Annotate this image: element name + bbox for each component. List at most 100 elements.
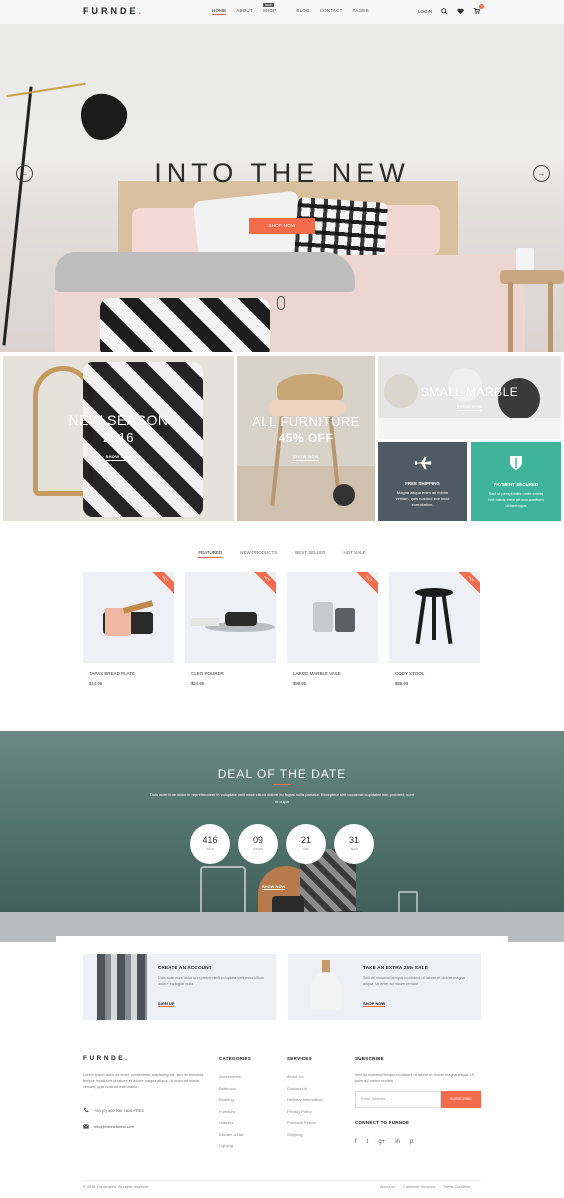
shop-now-link[interactable]: SHOP NOW <box>363 1001 386 1007</box>
free-shipping-box: FREE SHIPPING Magna aliqua enim ad minim… <box>378 442 467 521</box>
subscribe-button[interactable]: SUBSCRIBE <box>441 1091 481 1108</box>
product-image[interactable]: HOT <box>287 572 378 663</box>
info-text: Sed ut perspiciatis unde omnis iste natu… <box>488 491 544 508</box>
footer-link-customer-services[interactable]: Customer Services <box>403 1185 435 1189</box>
footer-logo[interactable]: FURNDE. <box>83 1055 129 1062</box>
throw-blanket <box>100 298 270 352</box>
product-image[interactable]: HOT <box>185 572 276 663</box>
countdown-days: 416 DAYS <box>190 824 230 864</box>
services-list: About Us Contact Us Delivery Information… <box>287 1074 323 1143</box>
product-name[interactable]: TAPAS BREAD PLATE <box>83 671 174 676</box>
category-link[interactable]: Bedding <box>219 1097 243 1109</box>
product-name[interactable]: CLEO POURER <box>185 671 276 676</box>
product-price: $24.95 <box>191 681 205 686</box>
logo[interactable]: FURNDE. <box>83 6 144 16</box>
deal-show-button[interactable]: SHOW NOW <box>262 884 286 890</box>
service-link[interactable]: Contact Us <box>287 1086 323 1098</box>
plane-icon <box>414 456 431 470</box>
service-link[interactable]: Privacy Policy <box>287 1109 323 1121</box>
candle-holder <box>333 484 355 506</box>
product-card[interactable]: HOT CLEO POURER $24.95 <box>185 572 276 686</box>
cart-button[interactable]: 0 <box>473 4 485 15</box>
footer-about: Lorem ipsum dolor sit amet, consectetur … <box>83 1073 204 1089</box>
heart-icon[interactable] <box>457 8 464 15</box>
category-link[interactable]: Glasses <box>219 1120 243 1132</box>
lamp-pole <box>2 86 33 346</box>
facebook-icon[interactable]: f <box>355 1139 357 1145</box>
banner-subtitle: 45% OFF <box>278 431 334 445</box>
category-link[interactable]: Lighting <box>219 1143 243 1155</box>
twitter-icon[interactable]: t <box>367 1139 369 1145</box>
email-input[interactable]: Email Address <box>355 1091 441 1108</box>
banner-small-marble[interactable]: SMALL MARBLE SHOW NOW <box>378 356 561 439</box>
banner-new-season[interactable]: NEW SEASON 2016 SHOW NOW <box>3 356 234 521</box>
glass-pitcher <box>200 866 246 916</box>
site-header: FURNDE. HOME ABOUT SHOP BLOG CONTACT PAG… <box>0 0 564 24</box>
nav-pages[interactable]: PAGES <box>353 8 369 15</box>
sign-up-link[interactable]: SIGN UP <box>158 1001 175 1007</box>
product-image[interactable]: HOT <box>83 572 174 663</box>
linkedin-icon[interactable]: in <box>395 1139 400 1145</box>
nav-shop[interactable]: SHOP <box>263 8 287 15</box>
product-card[interactable]: HOT CODY STOOL $85.99 <box>389 572 480 686</box>
category-link[interactable]: Furniture <box>219 1109 243 1121</box>
nav-contact[interactable]: CONTACT <box>320 8 343 15</box>
service-link[interactable]: About Us <box>287 1074 323 1086</box>
tab-best-seller[interactable]: BEST SELLER <box>295 550 325 558</box>
hot-badge: HOT <box>454 572 480 596</box>
promo-title: CREATE AN ACCOUNT <box>158 965 212 970</box>
footer-link-about[interactable]: About us <box>380 1185 395 1189</box>
email-text[interactable]: info@themeforest.com <box>94 1124 134 1129</box>
nav-about[interactable]: ABOUT <box>236 8 253 15</box>
tab-hot-sale[interactable]: HOT SALE <box>343 550 365 558</box>
countdown-minutes: 21 MIN <box>286 824 326 864</box>
service-link[interactable]: Shipping <box>287 1132 323 1144</box>
subscribe-text: Sed do eiusmod tempor incididunt ut labo… <box>355 1073 474 1083</box>
promo-extra-sale: TAKE AN EXTRA 25% SALE Sed do eiusmod te… <box>288 954 481 1020</box>
nav-shop-label: SHOP <box>262 8 277 13</box>
banner-title: SMALL MARBLE <box>420 385 519 399</box>
product-name[interactable]: CODY STOOL <box>389 671 480 676</box>
search-icon[interactable] <box>441 7 448 15</box>
product-name[interactable]: LARGE MARBLE VASE <box>287 671 378 676</box>
hero-shop-button[interactable]: SHOP NOW <box>249 218 315 234</box>
phone-icon <box>84 1107 89 1113</box>
nav-blog[interactable]: BLOG <box>296 8 309 15</box>
banner-link-text: SHOW NOW <box>456 404 483 411</box>
banner-link[interactable]: SHOW NOW <box>378 404 561 411</box>
blanket <box>55 252 355 292</box>
google-plus-icon[interactable]: g+ <box>378 1139 385 1145</box>
footer-divider <box>83 1180 481 1181</box>
pendant-lamp <box>310 972 342 1010</box>
mug <box>516 248 534 270</box>
category-link[interactable]: Accessories <box>219 1074 243 1086</box>
countdown-value: 21 <box>300 835 311 845</box>
banner-link[interactable]: SHOW NOW <box>237 454 375 461</box>
slider-prev-icon[interactable]: ← <box>16 165 33 182</box>
tab-featured[interactable]: FEATURED <box>198 550 223 558</box>
stool-leg <box>441 593 453 645</box>
footer-link-terms[interactable]: Terms Condition <box>443 1185 470 1189</box>
nav-home[interactable]: HOME <box>212 8 227 15</box>
footer-email: info@themeforest.com <box>83 1124 134 1129</box>
service-link[interactable]: Delivery Information <box>287 1097 323 1109</box>
product-card[interactable]: HOT TAPAS BREAD PLATE $14.95 <box>83 572 174 686</box>
banner-link[interactable]: SHOW NOW <box>3 454 234 461</box>
category-link[interactable]: Kitchen & Bar <box>219 1132 243 1144</box>
tab-new-products[interactable]: NEW PRODUCTS <box>240 550 277 558</box>
login-link[interactable]: LOGIN <box>418 9 432 14</box>
marble-vase <box>335 608 355 632</box>
product-image[interactable]: HOT <box>389 572 480 663</box>
countdown-value: 416 <box>202 835 218 845</box>
banner-all-furniture[interactable]: ALL FURNITURE 45% OFF SHOW NOW <box>237 356 375 521</box>
service-link[interactable]: Products Return <box>287 1120 323 1132</box>
slider-next-icon[interactable]: → <box>533 165 550 182</box>
product-card[interactable]: HOT LARGE MARBLE VASE $99.95 <box>287 572 378 686</box>
category-link[interactable]: Bathroom <box>219 1086 243 1098</box>
pinterest-icon[interactable]: p <box>410 1139 413 1145</box>
social-links: f t g+ in p <box>355 1139 413 1145</box>
deal-title: DEAL OF THE DATE <box>217 767 347 781</box>
pourer <box>225 612 257 626</box>
countdown-hours: 09 HOURS <box>238 824 278 864</box>
services-title: SERVICES <box>287 1056 312 1061</box>
